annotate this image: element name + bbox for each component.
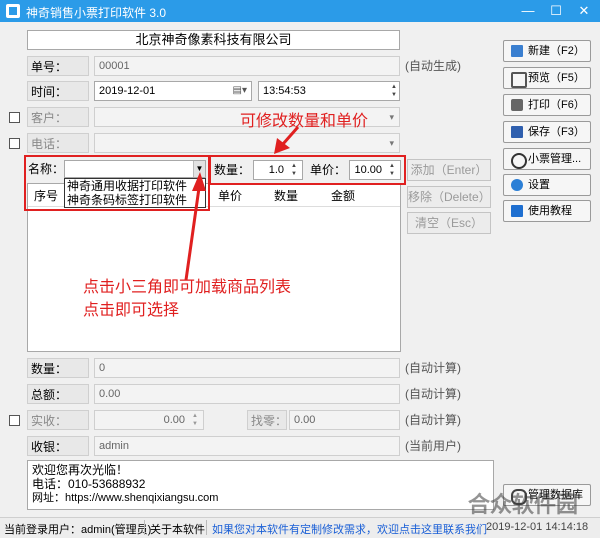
footer-line-2: 电话：010-53688932 [32, 477, 146, 491]
book-icon [511, 205, 523, 217]
cashier-field: admin [94, 436, 400, 456]
gear-icon [511, 179, 523, 191]
count-label: 数量： [27, 358, 89, 378]
arrowhead-dropdown [192, 172, 206, 191]
receipt-manage-button[interactable]: 小票管理... [503, 148, 591, 170]
preview-icon [511, 72, 527, 88]
cashier-note: (当前用户) [405, 439, 461, 453]
change-field: 0.00 [289, 410, 400, 430]
printer-icon [511, 99, 523, 111]
search-icon [511, 153, 527, 169]
arrow-to-qty [281, 126, 300, 145]
footer-line-1: 欢迎您再次光临！ [32, 463, 129, 477]
floppy-icon [511, 126, 523, 138]
status-divider [206, 520, 207, 535]
status-datetime: 2019-12-01 14:14:18 [486, 521, 589, 533]
save-button[interactable]: 保存（F3） [503, 121, 591, 143]
print-button-label: 打印（F6） [528, 99, 585, 111]
tutorial-button[interactable]: 使用教程 [503, 200, 591, 222]
new-button-label: 新建（F2） [528, 45, 585, 57]
change-note: (自动计算) [405, 413, 461, 427]
new-doc-icon [511, 45, 523, 57]
preview-button[interactable]: 预览（F5） [503, 67, 591, 89]
watermark-text: 合众软件园 [468, 492, 579, 517]
received-checkbox[interactable] [9, 415, 20, 426]
new-button[interactable]: 新建（F2） [503, 40, 591, 62]
preview-button-label: 预览（F5） [528, 72, 585, 84]
status-user: 当前登录用户：admin(管理员) [4, 524, 152, 536]
total-field: 0.00 [94, 384, 400, 404]
total-label: 总额： [27, 384, 89, 404]
received-spinner[interactable]: 0.00 ▲ ▼ [94, 410, 204, 430]
total-note: (自动计算) [405, 387, 461, 401]
settings-button[interactable]: 设置 [503, 174, 591, 196]
received-label: 实收： [27, 410, 89, 430]
save-button-label: 保存（F3） [528, 126, 585, 138]
status-bar: 当前登录用户：admin(管理员) 关于本软件 如果您对本软件有定制修改需求，欢… [0, 517, 600, 538]
receipt-manage-label: 小票管理... [528, 153, 582, 165]
footer-line-3: 网址：https://www.shenqixiangsu.com [32, 492, 219, 504]
count-note: (自动计算) [405, 361, 461, 375]
arrow-to-dropdown [184, 187, 201, 281]
contact-link[interactable]: 如果您对本软件有定制修改需求，欢迎点击这里联系我们 [212, 521, 487, 537]
cashier-label: 收银： [27, 436, 89, 456]
receipt-footer-textarea[interactable]: 欢迎您再次光临！ 电话：010-53688932 网址：https://www.… [27, 460, 494, 510]
count-field: 0 [94, 358, 400, 378]
about-link[interactable]: 关于本软件 [150, 521, 205, 537]
spin-arrows-icon[interactable]: ▲ ▼ [189, 412, 201, 428]
settings-button-label: 设置 [528, 179, 550, 191]
change-label: 找零： [247, 410, 287, 430]
print-button[interactable]: 打印（F6） [503, 94, 591, 116]
status-divider [144, 520, 145, 535]
received-value: 0.00 [163, 414, 185, 426]
tutorial-button-label: 使用教程 [528, 205, 572, 217]
